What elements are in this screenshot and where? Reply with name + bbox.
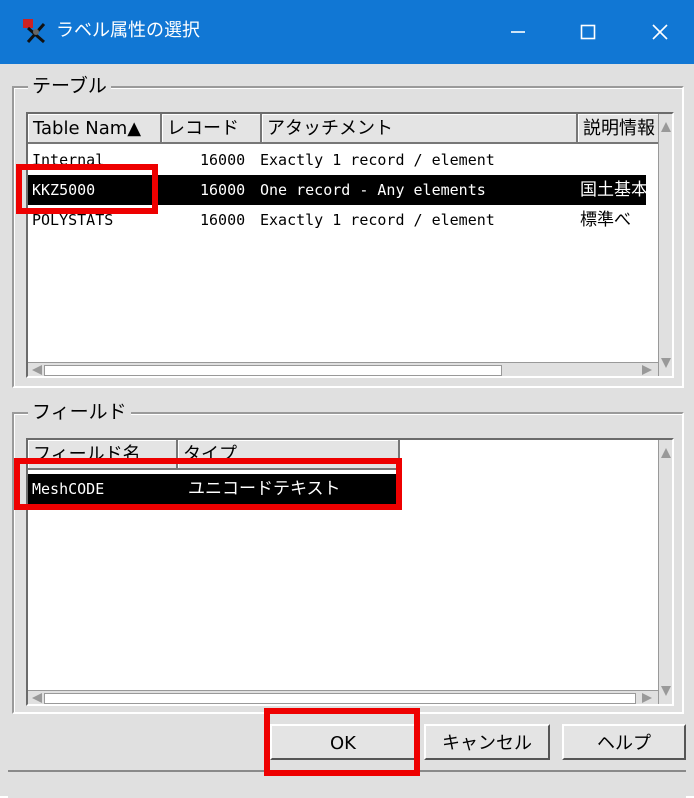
scroll-thumb[interactable]	[44, 693, 636, 704]
records-cell: 16000	[200, 151, 246, 169]
scroll-down-icon[interactable]	[661, 358, 671, 368]
column-header-field-name[interactable]: フィールド名	[28, 440, 178, 470]
scroll-left-icon[interactable]	[32, 365, 42, 375]
column-header-table-name[interactable]: Table Nam▲	[28, 114, 162, 144]
table-group: テーブル Table Nam▲ レコード アタッチメント 説明情報 Intern…	[12, 72, 684, 388]
scroll-right-icon[interactable]	[642, 693, 652, 703]
field-horizontal-scrollbar[interactable]	[28, 690, 658, 704]
close-button[interactable]	[630, 0, 690, 64]
scroll-right-icon[interactable]	[642, 365, 652, 375]
status-bar	[8, 770, 686, 798]
field-list[interactable]: フィールド名 タイプ MeshCODE ユニコードテキスト	[26, 438, 674, 706]
help-button[interactable]: ヘルプ	[562, 724, 686, 760]
description-cell: 国土基本	[580, 180, 648, 200]
column-header-records[interactable]: レコード	[162, 114, 262, 144]
column-header-type[interactable]: タイプ	[178, 440, 400, 470]
scroll-left-icon[interactable]	[32, 693, 42, 703]
scroll-up-icon[interactable]	[661, 122, 671, 132]
maximize-icon	[580, 24, 596, 40]
table-name-cell: Internal	[32, 151, 105, 169]
description-cell: 標準べ	[580, 210, 631, 230]
table-horizontal-scrollbar[interactable]	[28, 362, 658, 376]
ok-button[interactable]: OK	[270, 724, 416, 760]
scroll-thumb[interactable]	[44, 365, 502, 376]
table-row[interactable]: POLYSTATS 16000 Exactly 1 record / eleme…	[28, 205, 646, 235]
field-vertical-scrollbar[interactable]	[658, 440, 672, 704]
records-cell: 16000	[200, 181, 246, 199]
column-header-description[interactable]: 説明情報	[578, 114, 660, 144]
minimize-icon	[511, 31, 525, 33]
table-row[interactable]: Internal 16000 Exactly 1 record / elemen…	[28, 145, 646, 175]
field-row-selected[interactable]: MeshCODE ユニコードテキスト	[28, 474, 400, 504]
table-name-cell: KKZ5000	[32, 181, 96, 199]
maximize-button[interactable]	[558, 0, 618, 64]
field-group: フィールド フィールド名 タイプ MeshCODE ユニコードテキスト	[12, 398, 684, 714]
field-group-label: フィールド	[28, 398, 131, 426]
scroll-up-icon[interactable]	[661, 448, 671, 458]
field-type-cell: ユニコードテキスト	[188, 479, 341, 499]
window-title: ラベル属性の選択	[56, 20, 200, 41]
title-bar[interactable]: ラベル属性の選択	[0, 0, 694, 64]
app-icon	[23, 19, 46, 44]
attachment-cell: Exactly 1 record / element	[260, 211, 495, 229]
table-name-cell: POLYSTATS	[32, 211, 114, 229]
attachment-cell: Exactly 1 record / element	[260, 151, 495, 169]
dialog-window: ラベル属性の選択 テーブル Table Nam▲ レコード アタッチメント 説明…	[0, 0, 694, 798]
close-icon	[652, 24, 668, 40]
table-row-selected[interactable]: KKZ5000 16000 One record - Any elements …	[28, 175, 648, 205]
records-cell: 16000	[200, 211, 246, 229]
attachment-cell: One record - Any elements	[260, 181, 486, 199]
table-group-label: テーブル	[28, 72, 111, 100]
table-list[interactable]: Table Nam▲ レコード アタッチメント 説明情報 Internal 16…	[26, 112, 674, 378]
minimize-button[interactable]	[488, 0, 548, 64]
field-name-cell: MeshCODE	[32, 480, 105, 498]
column-header-attachment[interactable]: アタッチメント	[262, 114, 578, 144]
table-vertical-scrollbar[interactable]	[658, 114, 672, 376]
scroll-down-icon[interactable]	[661, 686, 671, 696]
cancel-button[interactable]: キャンセル	[424, 724, 550, 760]
